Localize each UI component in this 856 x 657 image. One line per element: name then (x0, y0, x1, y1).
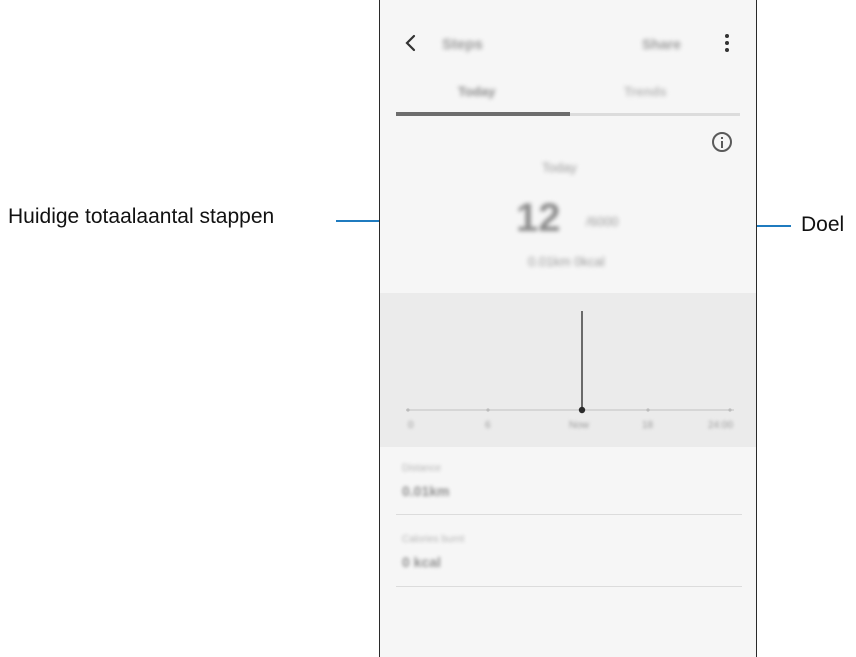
callout-current-steps-label: Huidige totaalaantal stappen (8, 205, 275, 228)
distance-value: 0.01km (402, 483, 450, 499)
distance-label: Distance (402, 463, 441, 474)
chart-tick-dot (728, 408, 732, 412)
chart-tick-label: 0 (408, 420, 414, 431)
list-divider (396, 514, 742, 515)
top-app-bar: Steps Share (380, 22, 756, 70)
list-divider (396, 586, 742, 587)
calories-label: Calories burnt (402, 534, 465, 545)
chevron-left-icon[interactable] (400, 32, 422, 54)
chart-tick-label: Now (569, 420, 590, 431)
calories-value: 0 kcal (402, 554, 441, 570)
tab-indicator (396, 112, 570, 116)
chart-current-point (578, 406, 586, 414)
step-summary: 0.01km 0kcal (528, 254, 605, 269)
share-button[interactable]: Share (642, 36, 681, 52)
callout-goal-label: Doel (801, 213, 845, 236)
chart-tick-dot (486, 408, 490, 412)
goal-value: /6000 (586, 214, 619, 229)
step-chart: 0 6 Now 18 24:00 (380, 293, 756, 447)
step-chart-svg (406, 311, 734, 414)
tab-today[interactable]: Today (458, 84, 495, 99)
tab-trends[interactable]: Trends (624, 84, 667, 99)
chart-tick-dot (646, 408, 650, 412)
step-count: 12 (516, 196, 561, 240)
page-title: Steps (442, 36, 483, 53)
chart-tick-dot (406, 408, 410, 412)
today-label: Today (542, 160, 577, 175)
more-vertical-icon[interactable] (724, 34, 730, 54)
chart-tick-label: 18 (642, 420, 654, 431)
phone-screen: Steps Share Today Trends Today 12 /6000 … (379, 0, 757, 657)
chart-tick-label: 6 (485, 420, 491, 431)
info-icon[interactable] (712, 132, 732, 152)
chart-tick-label: 24:00 (708, 420, 734, 431)
